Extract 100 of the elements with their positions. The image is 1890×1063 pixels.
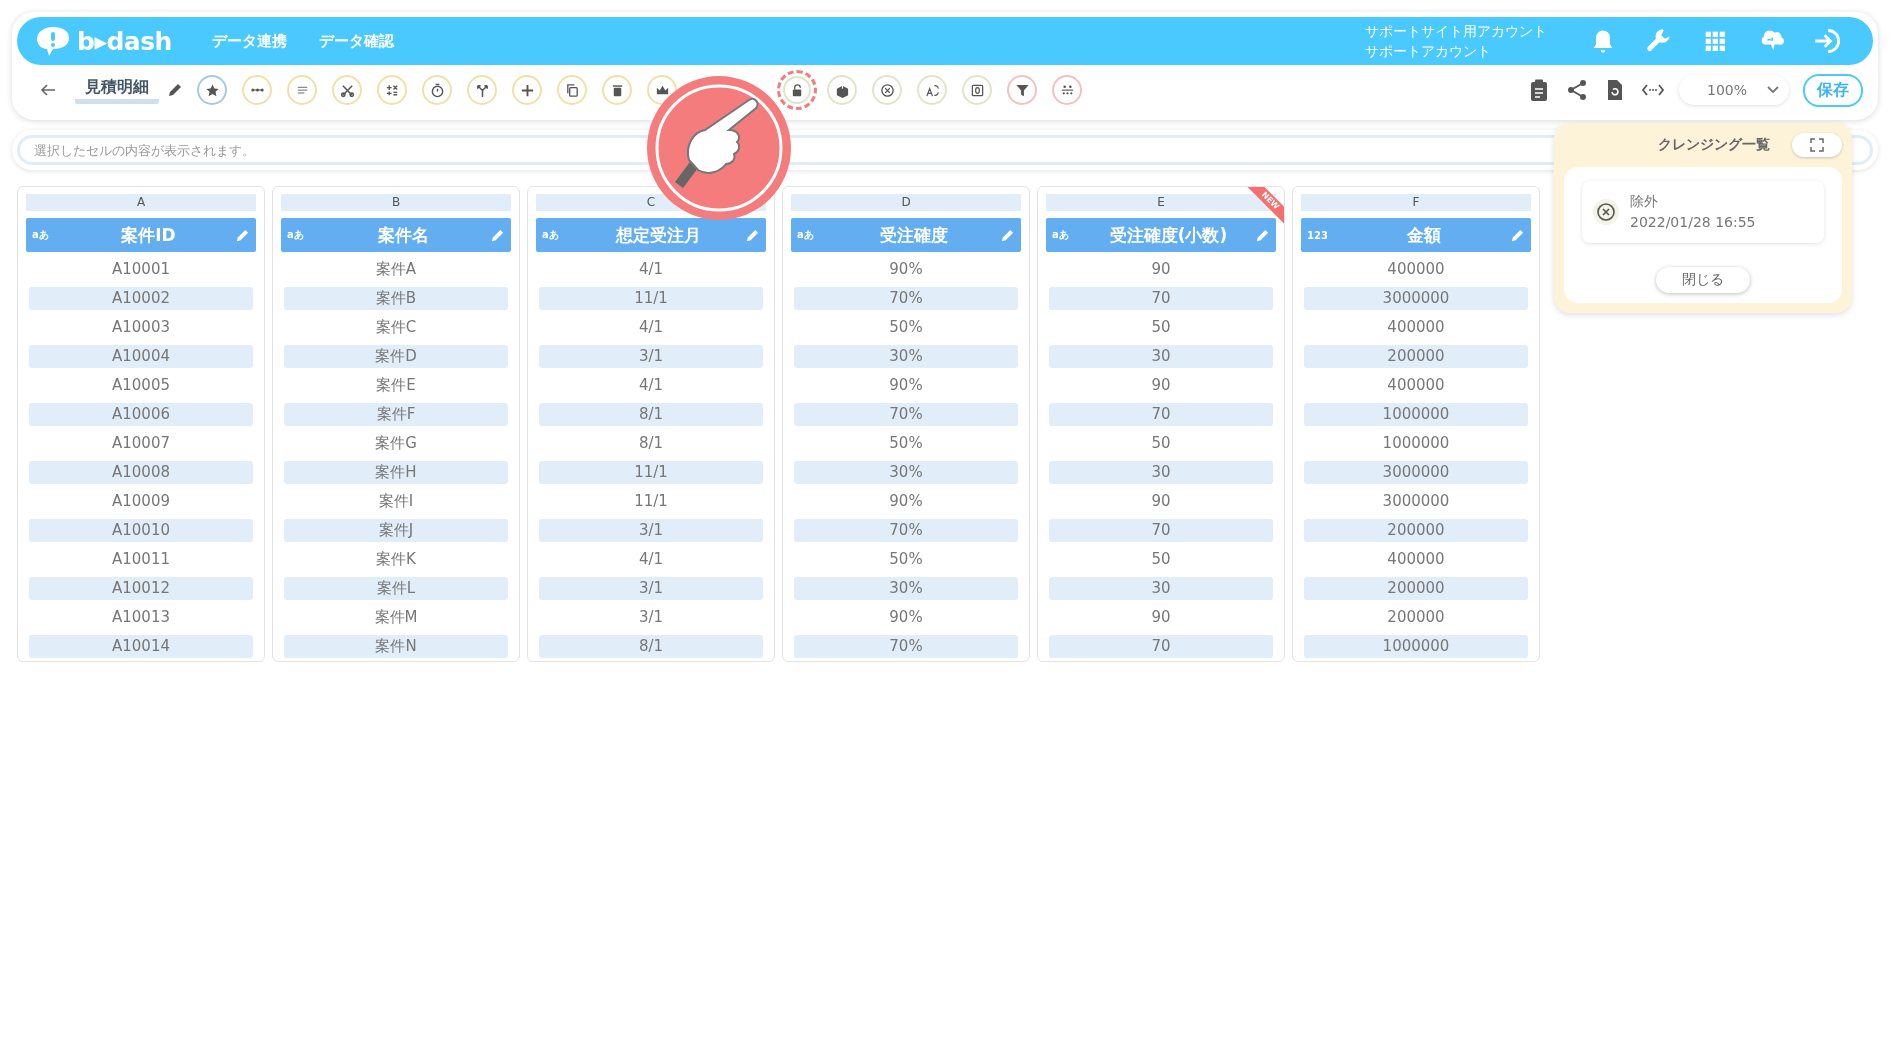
table-cell[interactable]: 案件N xyxy=(284,635,508,658)
table-cell[interactable]: 案件H xyxy=(284,461,508,484)
table-cell[interactable]: 案件K xyxy=(284,548,508,571)
table-cell[interactable]: 50% xyxy=(794,432,1018,455)
table-cell[interactable]: 4/1 xyxy=(539,316,763,339)
table-cell[interactable]: 70 xyxy=(1049,403,1273,426)
column-header[interactable]: aあ 案件名 xyxy=(281,218,511,252)
column-header[interactable]: aあ 想定受注月 xyxy=(536,218,766,252)
table-cell[interactable]: 50% xyxy=(794,548,1018,571)
table-cell[interactable]: 400000 xyxy=(1304,374,1528,397)
table-cell[interactable]: 3/1 xyxy=(539,577,763,600)
translate-tool-button[interactable] xyxy=(917,75,947,105)
table-cell[interactable]: 案件L xyxy=(284,577,508,600)
save-button[interactable]: 保存 xyxy=(1803,73,1863,107)
table-cell[interactable]: A10014 xyxy=(29,635,253,658)
column-letter[interactable]: A xyxy=(26,194,256,211)
table-cell[interactable]: 案件J xyxy=(284,519,508,542)
column-header[interactable]: aあ 受注確度 xyxy=(791,218,1021,252)
trash-tool-button[interactable] xyxy=(602,75,632,105)
table-cell[interactable]: 4/1 xyxy=(539,374,763,397)
close-button[interactable]: 閉じる xyxy=(1656,267,1750,293)
table-cell[interactable]: 70 xyxy=(1049,519,1273,542)
dots-tool-button[interactable] xyxy=(242,75,272,105)
share-icon[interactable] xyxy=(1565,78,1589,102)
table-cell[interactable]: 案件E xyxy=(284,374,508,397)
table-cell[interactable]: 案件B xyxy=(284,287,508,310)
zero-tool-button[interactable] xyxy=(962,75,992,105)
plus-tool-button[interactable] xyxy=(512,75,542,105)
table-cell[interactable]: 90 xyxy=(1049,374,1273,397)
lock-tool-button[interactable] xyxy=(777,70,817,110)
table-cell[interactable]: 案件F xyxy=(284,403,508,426)
table-cell[interactable]: 3000000 xyxy=(1304,490,1528,513)
scissors-tool-button[interactable] xyxy=(332,75,362,105)
table-cell[interactable]: 案件D xyxy=(284,345,508,368)
table-cell[interactable]: 案件G xyxy=(284,432,508,455)
table-cell[interactable]: A10013 xyxy=(29,606,253,629)
table-cell[interactable]: A10012 xyxy=(29,577,253,600)
table-cell[interactable]: A10001 xyxy=(29,258,253,281)
copy-tool-button[interactable] xyxy=(557,75,587,105)
table-cell[interactable]: 90% xyxy=(794,374,1018,397)
table-cell[interactable]: 70 xyxy=(1049,287,1273,310)
table-cell[interactable]: A10005 xyxy=(29,374,253,397)
table-cell[interactable]: 案件C xyxy=(284,316,508,339)
table-cell[interactable]: 8/1 xyxy=(539,635,763,658)
table-cell[interactable]: 70% xyxy=(794,519,1018,542)
table-cell[interactable]: 30 xyxy=(1049,461,1273,484)
table-cell[interactable]: A10011 xyxy=(29,548,253,571)
table-cell[interactable]: 8/1 xyxy=(539,403,763,426)
table-cell[interactable]: 3/1 xyxy=(539,345,763,368)
table-cell[interactable]: 案件I xyxy=(284,490,508,513)
column-header[interactable]: 123 金額 xyxy=(1301,218,1531,252)
column-header[interactable]: aあ 受注確度(小数) xyxy=(1046,218,1276,252)
table-cell[interactable]: 8/1 xyxy=(539,432,763,455)
table-cell[interactable]: 3/1 xyxy=(539,519,763,542)
table-cell[interactable]: A10004 xyxy=(29,345,253,368)
table-cell[interactable]: A10008 xyxy=(29,461,253,484)
table-cell[interactable]: 400000 xyxy=(1304,258,1528,281)
table-cell[interactable]: 200000 xyxy=(1304,519,1528,542)
table-cell[interactable]: A10006 xyxy=(29,403,253,426)
table-cell[interactable]: 50% xyxy=(794,316,1018,339)
table-cell[interactable]: A10009 xyxy=(29,490,253,513)
table-cell[interactable]: 3000000 xyxy=(1304,287,1528,310)
table-cell[interactable]: 90% xyxy=(794,606,1018,629)
cleansing-item[interactable]: 除外 2022/01/28 16:55 xyxy=(1582,181,1824,243)
table-cell[interactable]: A10010 xyxy=(29,519,253,542)
pencil-icon[interactable] xyxy=(167,82,183,98)
table-cell[interactable]: 90 xyxy=(1049,490,1273,513)
table-cell[interactable]: A10002 xyxy=(29,287,253,310)
column-letter[interactable]: F xyxy=(1301,194,1531,211)
group-tool-button[interactable] xyxy=(1052,75,1082,105)
table-cell[interactable]: 90% xyxy=(794,258,1018,281)
table-cell[interactable]: 200000 xyxy=(1304,577,1528,600)
column-letter[interactable]: B xyxy=(281,194,511,211)
column-header[interactable]: aあ 案件ID xyxy=(26,218,256,252)
table-cell[interactable]: 50 xyxy=(1049,548,1273,571)
calc-tool-button[interactable] xyxy=(377,75,407,105)
table-cell[interactable]: 1000000 xyxy=(1304,403,1528,426)
table-cell[interactable]: 50 xyxy=(1049,316,1273,339)
table-cell[interactable]: 30% xyxy=(794,577,1018,600)
table-cell[interactable]: 11/1 xyxy=(539,461,763,484)
table-cell[interactable]: 200000 xyxy=(1304,606,1528,629)
table-cell[interactable]: 400000 xyxy=(1304,316,1528,339)
table-cell[interactable]: 11/1 xyxy=(539,490,763,513)
table-cell[interactable]: 90% xyxy=(794,490,1018,513)
table-cell[interactable]: 11/1 xyxy=(539,287,763,310)
table-cell[interactable]: 4/1 xyxy=(539,258,763,281)
table-cell[interactable]: 90 xyxy=(1049,258,1273,281)
table-cell[interactable]: 70% xyxy=(794,287,1018,310)
table-cell[interactable]: 1000000 xyxy=(1304,432,1528,455)
table-cell[interactable]: 案件A xyxy=(284,258,508,281)
close-tool-button[interactable] xyxy=(872,75,902,105)
table-cell[interactable]: 30 xyxy=(1049,577,1273,600)
zoom-select[interactable]: 100% xyxy=(1679,75,1789,105)
expand-button[interactable] xyxy=(1792,133,1842,157)
table-cell[interactable]: 70% xyxy=(794,635,1018,658)
table-cell[interactable]: 50 xyxy=(1049,432,1273,455)
table-cell[interactable]: 案件M xyxy=(284,606,508,629)
table-cell[interactable]: A10003 xyxy=(29,316,253,339)
table-cell[interactable]: 30% xyxy=(794,461,1018,484)
timer-tool-button[interactable] xyxy=(422,75,452,105)
